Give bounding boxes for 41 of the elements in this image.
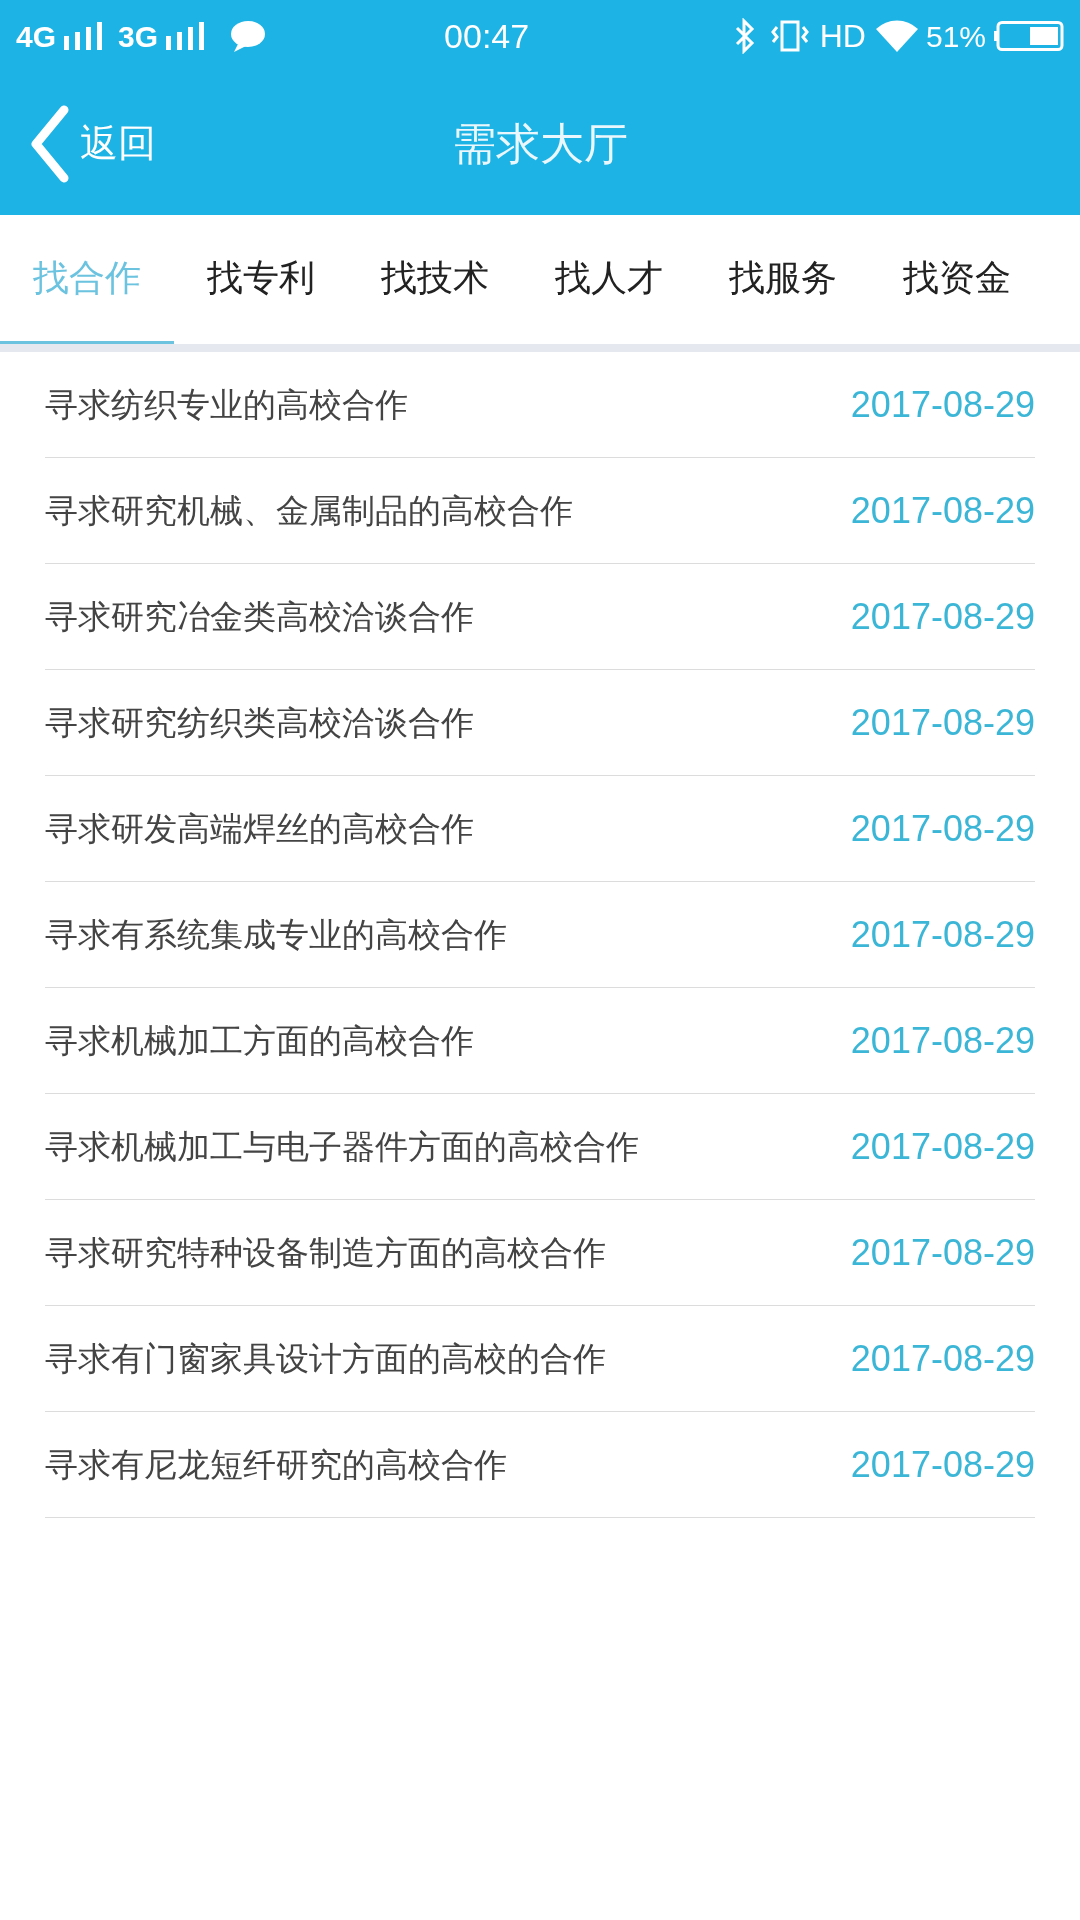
demand-date: 2017-08-29 bbox=[850, 700, 1035, 745]
network-label: 4G bbox=[16, 18, 57, 55]
demand-date: 2017-08-29 bbox=[850, 382, 1035, 427]
battery-percent: 51% bbox=[925, 18, 986, 55]
demand-title[interactable]: 寻求纺织专业的高校合作 bbox=[45, 379, 408, 430]
demand-title[interactable]: 寻求有门窗家具设计方面的高校的合作 bbox=[45, 1333, 606, 1384]
demand-date: 2017-08-29 bbox=[850, 1336, 1035, 1381]
category-tab[interactable]: 找服务 bbox=[696, 215, 870, 344]
demand-date: 2017-08-29 bbox=[850, 1442, 1035, 1487]
demand-title[interactable]: 寻求有尼龙短纤研究的高校合作 bbox=[45, 1439, 507, 1490]
category-tab[interactable]: 找专利 bbox=[174, 215, 348, 344]
demand-date: 2017-08-29 bbox=[850, 1124, 1035, 1169]
demand-title[interactable]: 寻求研究机械、金属制品的高校合作 bbox=[45, 485, 573, 536]
demand-date: 2017-08-29 bbox=[850, 912, 1035, 957]
status-time: 00:47 bbox=[444, 15, 530, 57]
demand-title[interactable]: 寻求研究特种设备制造方面的高校合作 bbox=[45, 1227, 606, 1278]
signal-icon bbox=[166, 22, 207, 50]
category-tab[interactable]: 找资金 bbox=[870, 215, 1044, 344]
wifi-icon bbox=[875, 20, 918, 52]
demand-title[interactable]: 寻求有系统集成专业的高校合作 bbox=[45, 909, 507, 960]
demand-date: 2017-08-29 bbox=[850, 594, 1035, 639]
chat-bubble-icon bbox=[230, 20, 267, 52]
vibrate-icon bbox=[769, 19, 810, 53]
signal-icon bbox=[64, 22, 105, 50]
demand-title[interactable]: 寻求研究纺织类高校洽谈合作 bbox=[45, 697, 474, 748]
battery-icon bbox=[994, 21, 1064, 51]
demand-title[interactable]: 寻求机械加工方面的高校合作 bbox=[45, 1015, 474, 1066]
demand-date: 2017-08-29 bbox=[850, 488, 1035, 533]
network-label: 3G bbox=[118, 18, 159, 55]
demand-title[interactable]: 寻求研究冶金类高校洽谈合作 bbox=[45, 591, 474, 642]
page-title: 需求大厅 bbox=[452, 116, 628, 171]
back-chevron-icon bbox=[30, 103, 70, 184]
demand-title[interactable]: 寻求研发高端焊丝的高校合作 bbox=[45, 803, 474, 854]
category-tab[interactable]: 找技术 bbox=[348, 215, 522, 344]
demand-title[interactable]: 寻求机械加工与电子器件方面的高校合作 bbox=[45, 1121, 639, 1172]
bluetooth-icon bbox=[733, 18, 756, 54]
category-tab[interactable]: 找人才 bbox=[522, 215, 696, 344]
hd-label: HD bbox=[819, 17, 866, 56]
demand-date: 2017-08-29 bbox=[850, 1230, 1035, 1275]
demand-date: 2017-08-29 bbox=[850, 806, 1035, 851]
demand-date: 2017-08-29 bbox=[850, 1018, 1035, 1063]
